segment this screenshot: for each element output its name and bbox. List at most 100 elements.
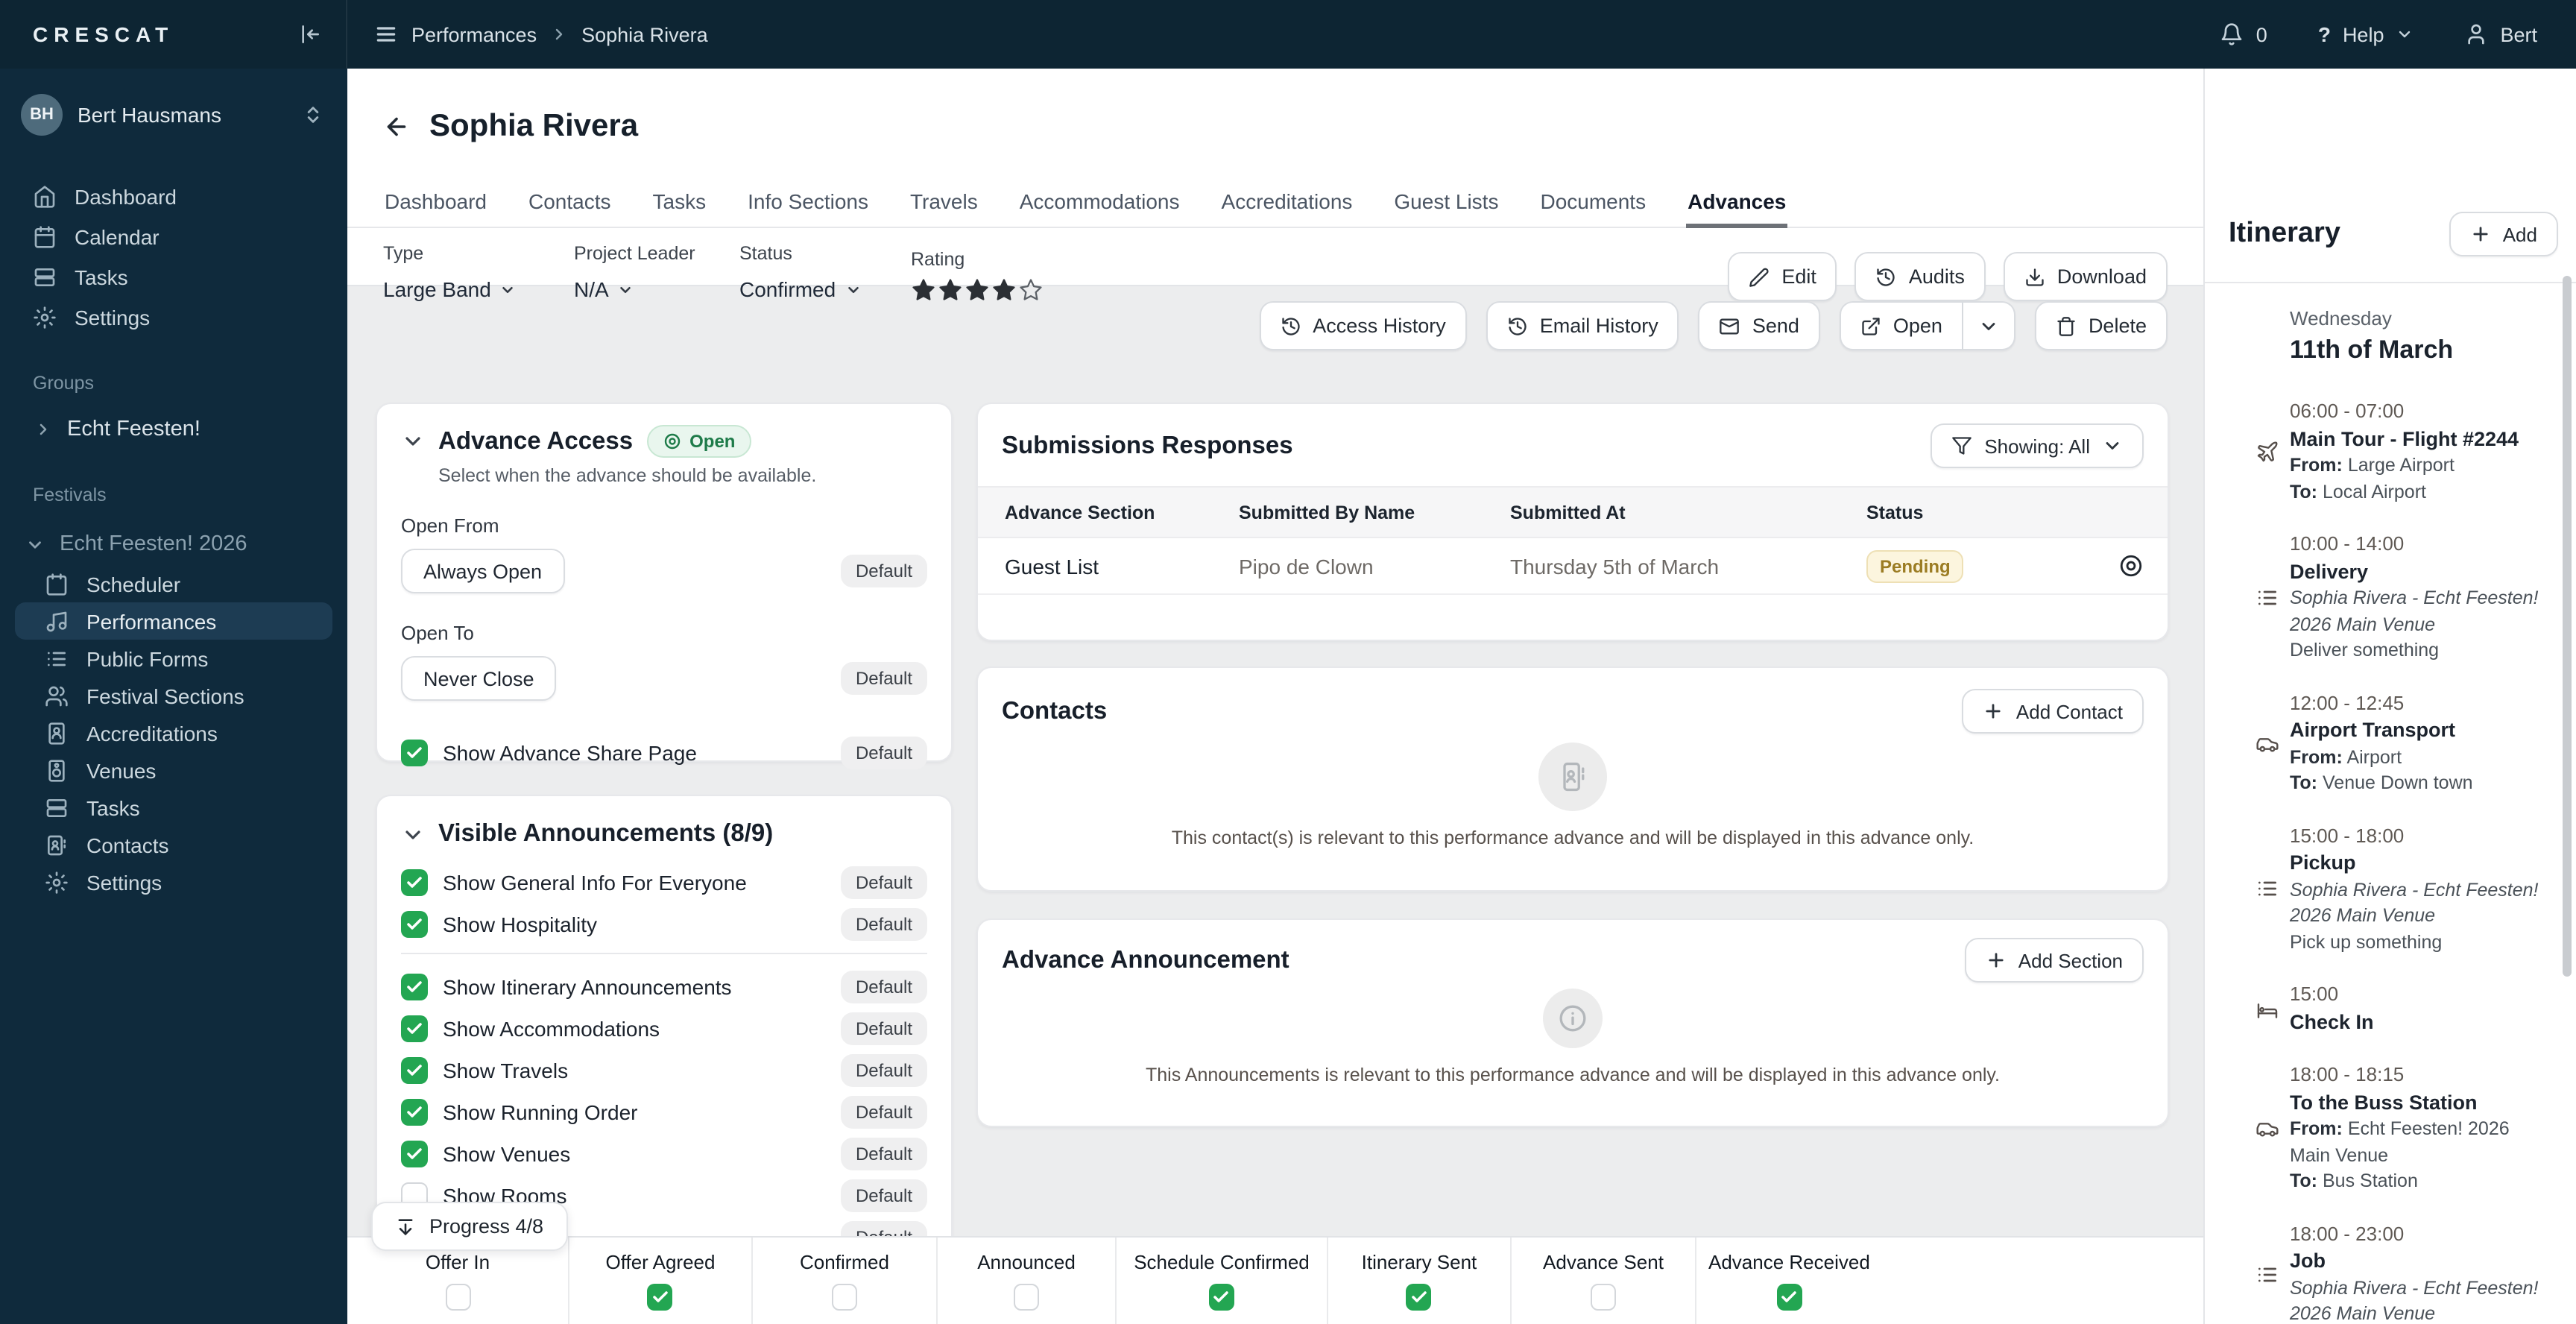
itinerary-date: 11th of March — [2290, 335, 2454, 364]
delete-button[interactable]: Delete — [2034, 301, 2168, 350]
tab-advances[interactable]: Advances — [1686, 179, 1788, 229]
open-to-select[interactable]: Never Close — [401, 656, 557, 701]
checkbox-checked[interactable] — [647, 1284, 673, 1311]
itinerary-item-job[interactable]: 18:00 - 23:00 Job Sophia Rivera - Echt F… — [2255, 1220, 2540, 1324]
tab-documents[interactable]: Documents — [1538, 179, 1647, 227]
performance-status-bar: Offer In Offer Agreed Confirmed Announce… — [347, 1236, 2203, 1324]
itinerary-item-airport-transport[interactable]: 12:00 - 12:45 Airport Transport From: Ai… — [2255, 690, 2540, 797]
add-contact-button[interactable]: Add Contact — [1962, 689, 2144, 734]
check-icon — [1410, 1288, 1428, 1306]
access-history-button[interactable]: Access History — [1259, 301, 1467, 350]
chevron-down-icon[interactable] — [401, 429, 425, 453]
tab-contacts[interactable]: Contacts — [527, 179, 613, 227]
tab-info-sections[interactable]: Info Sections — [746, 179, 870, 227]
default-chip: Default — [840, 1012, 927, 1045]
chevron-down-icon[interactable] — [401, 822, 425, 846]
from-value: Airport — [2346, 746, 2402, 767]
sidebar-item-contacts[interactable]: Contacts — [15, 826, 332, 863]
itinerary-list[interactable]: Wednesday 11th of March 06:00 - 07:00 Ma… — [2205, 283, 2576, 1324]
advance-access-title: Advance Access — [438, 427, 634, 454]
itinerary-item-flight[interactable]: 06:00 - 07:00 Main Tour - Flight #2244 F… — [2255, 398, 2540, 505]
itinerary-item-bus-station[interactable]: 18:00 - 18:15 To the Buss Station From: … — [2255, 1062, 2540, 1195]
progress-button[interactable]: Progress 4/8 — [371, 1202, 568, 1251]
status-label: Advance Received — [1708, 1251, 1870, 1273]
view-icon[interactable] — [2118, 553, 2144, 579]
advance-toolbar: Access History Email History Send Open D… — [1259, 301, 2168, 350]
advance-announcement-card: Advance Announcement Add Section This An… — [976, 918, 2169, 1127]
tab-tasks[interactable]: Tasks — [651, 179, 708, 227]
email-history-button[interactable]: Email History — [1486, 301, 1679, 350]
checkbox-checked[interactable] — [1776, 1284, 1802, 1311]
menu-icon[interactable] — [374, 22, 398, 46]
sidebar-item-festival-tasks[interactable]: Tasks — [15, 789, 332, 826]
tab-guest-lists[interactable]: Guest Lists — [1392, 179, 1500, 227]
to-label: To: — [2290, 481, 2318, 502]
sidebar-item-venues[interactable]: Venues — [15, 751, 332, 789]
car-icon — [2255, 731, 2279, 755]
page-header: Sophia Rivera Dashboard Contacts Tasks I… — [347, 69, 2203, 302]
showing-filter-button[interactable]: Showing: All — [1931, 423, 2144, 468]
sidebar-item-calendar[interactable]: Calendar — [0, 216, 347, 256]
sidebar-collapse-icon[interactable] — [298, 22, 322, 46]
itinerary-panel: Itinerary Add Wednesday 11th of March 06… — [2203, 69, 2576, 1324]
item-time: 15:00 — [2290, 983, 2339, 1005]
sidebar-item-festival-settings[interactable]: Settings — [15, 863, 332, 901]
sidebar-item-group-echt-feesten[interactable]: Echt Feesten! — [0, 409, 347, 449]
open-more-button[interactable] — [1963, 301, 2015, 350]
announcement-toggle-row: Show Itinerary Announcements Default — [401, 971, 927, 1003]
sidebar-item-performances[interactable]: Performances — [15, 602, 332, 640]
checkbox-checked[interactable] — [401, 1099, 428, 1126]
checkbox-unchecked[interactable] — [445, 1284, 470, 1311]
checkbox-checked[interactable] — [1406, 1284, 1432, 1311]
tab-travels[interactable]: Travels — [909, 179, 979, 227]
sidebar-item-accreditations[interactable]: Accreditations — [15, 714, 332, 751]
announcement-toggle-row: Show Venues Default — [401, 1138, 927, 1170]
announcement-toggle-row: Show Running Order Default — [401, 1096, 927, 1129]
sidebar-item-settings[interactable]: Settings — [0, 297, 347, 337]
sidebar-item-festival-2026[interactable]: Echt Feesten! 2026 — [0, 523, 347, 565]
scrollbar-thumb[interactable] — [2563, 276, 2572, 977]
checkbox-checked[interactable] — [401, 1057, 428, 1084]
open-button[interactable]: Open — [1839, 301, 1963, 350]
itinerary-item-check-in[interactable]: 15:00 Check In — [2255, 981, 2540, 1036]
workspace-switcher[interactable]: BH Bert Hausmans — [0, 69, 347, 136]
checkbox-checked[interactable] — [401, 1015, 428, 1042]
sidebar-item-dashboard[interactable]: Dashboard — [0, 176, 347, 216]
itinerary-item-delivery[interactable]: 10:00 - 14:00 Delivery Sophia Rivera - E… — [2255, 531, 2540, 664]
checkbox-unchecked[interactable] — [1014, 1284, 1039, 1311]
itinerary-item-pickup[interactable]: 15:00 - 18:00 Pickup Sophia Rivera - Ech… — [2255, 822, 2540, 956]
itinerary-add-button[interactable]: Add — [2449, 212, 2558, 256]
add-section-button[interactable]: Add Section — [1964, 938, 2144, 983]
history-icon — [1507, 315, 1528, 336]
send-button[interactable]: Send — [1698, 301, 1820, 350]
group-name: Echt Feesten! — [67, 417, 201, 441]
default-chip: Default — [840, 1096, 927, 1129]
checkbox-unchecked[interactable] — [832, 1284, 857, 1311]
notifications-button[interactable]: 0 — [2220, 22, 2267, 46]
checkbox-checked[interactable] — [1208, 1284, 1234, 1311]
sidebar-item-public-forms[interactable]: Public Forms — [15, 640, 332, 677]
checkbox-checked[interactable] — [401, 1141, 428, 1167]
sidebar-item-festival-sections[interactable]: Festival Sections — [15, 677, 332, 714]
user-menu[interactable]: Bert — [2464, 22, 2537, 46]
tab-dashboard[interactable]: Dashboard — [383, 179, 488, 227]
share-page-checkbox[interactable] — [401, 740, 428, 766]
checkbox-checked[interactable] — [401, 869, 428, 896]
item-title: Delivery — [2290, 560, 2369, 582]
table-row[interactable]: Guest List Pipo de Clown Thursday 5th of… — [978, 538, 2168, 595]
checkbox-unchecked[interactable] — [1590, 1284, 1616, 1311]
open-split-button: Open — [1839, 301, 2015, 350]
breadcrumb-section[interactable]: Performances — [411, 23, 537, 45]
item-time: 12:00 - 12:45 — [2290, 691, 2405, 713]
sidebar-item-scheduler[interactable]: Scheduler — [15, 565, 332, 602]
back-button[interactable] — [383, 113, 410, 140]
checkbox-checked[interactable] — [401, 974, 428, 1000]
sidebar-item-tasks[interactable]: Tasks — [0, 256, 347, 297]
check-icon — [405, 978, 423, 996]
tab-accommodations[interactable]: Accommodations — [1018, 179, 1181, 227]
help-menu[interactable]: ? Help — [2318, 22, 2414, 46]
open-from-select[interactable]: Always Open — [401, 549, 565, 593]
column-advance-section: Advance Section — [1005, 502, 1155, 523]
tab-accreditations[interactable]: Accreditations — [1220, 179, 1354, 227]
checkbox-checked[interactable] — [401, 911, 428, 938]
